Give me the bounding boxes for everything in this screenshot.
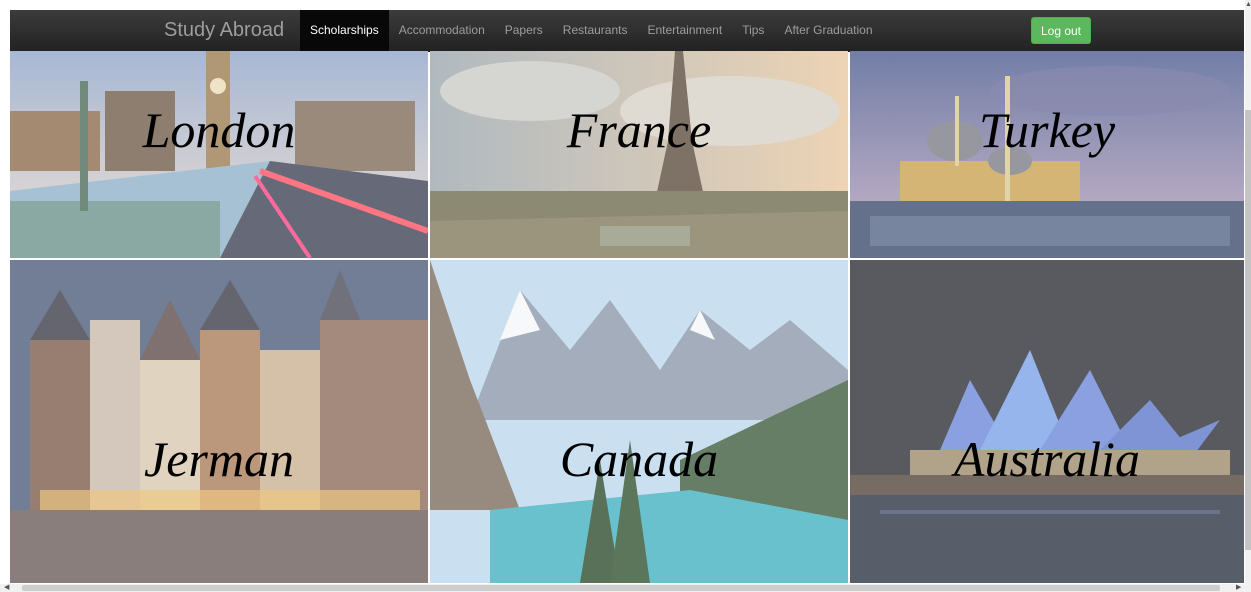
destination-tile-london[interactable]: London [10,51,428,258]
scroll-up-arrow-icon[interactable]: ▲ [1245,0,1251,10]
logout-button[interactable]: Log out [1031,17,1091,44]
vertical-scroll-thumb[interactable] [1245,110,1251,550]
destination-label: Turkey [978,102,1116,158]
destination-tile-australia[interactable]: Australia [850,260,1244,583]
destination-tile-france[interactable]: France [430,51,848,258]
destination-label: Canada [559,431,719,487]
destination-label: Jerman [144,431,294,487]
destination-grid: London France Turkey Jerman Canada Austr… [10,51,1244,583]
photo-overlay [430,260,848,583]
destination-tile-jerman[interactable]: Jerman [10,260,428,583]
main-nav: Scholarships Accommodation Papers Restau… [300,10,883,51]
navbar: Study Abroad Scholarships Accommodation … [10,10,1244,52]
nav-item-restaurants[interactable]: Restaurants [553,10,638,51]
nav-item-after-graduation[interactable]: After Graduation [774,10,882,51]
nav-item-accommodation[interactable]: Accommodation [389,10,495,51]
photo-overlay [10,260,428,583]
photo-overlay [850,260,1244,583]
destination-tile-turkey[interactable]: Turkey [850,51,1244,258]
scroll-left-arrow-icon[interactable]: ◀ [4,584,12,592]
horizontal-scroll-thumb[interactable] [22,585,1220,591]
nav-item-entertainment[interactable]: Entertainment [637,10,732,51]
brand-logo[interactable]: Study Abroad [164,10,284,51]
destination-label: France [566,102,712,158]
destination-label: London [142,102,296,158]
nav-item-scholarships[interactable]: Scholarships [300,10,389,51]
destination-label: Australia [953,431,1141,487]
horizontal-scrollbar[interactable] [0,584,1245,592]
nav-item-tips[interactable]: Tips [732,10,774,51]
scroll-right-arrow-icon[interactable]: ▶ [1236,584,1244,592]
nav-item-papers[interactable]: Papers [495,10,553,51]
destination-tile-canada[interactable]: Canada [430,260,848,583]
vertical-scrollbar[interactable] [1245,0,1251,592]
